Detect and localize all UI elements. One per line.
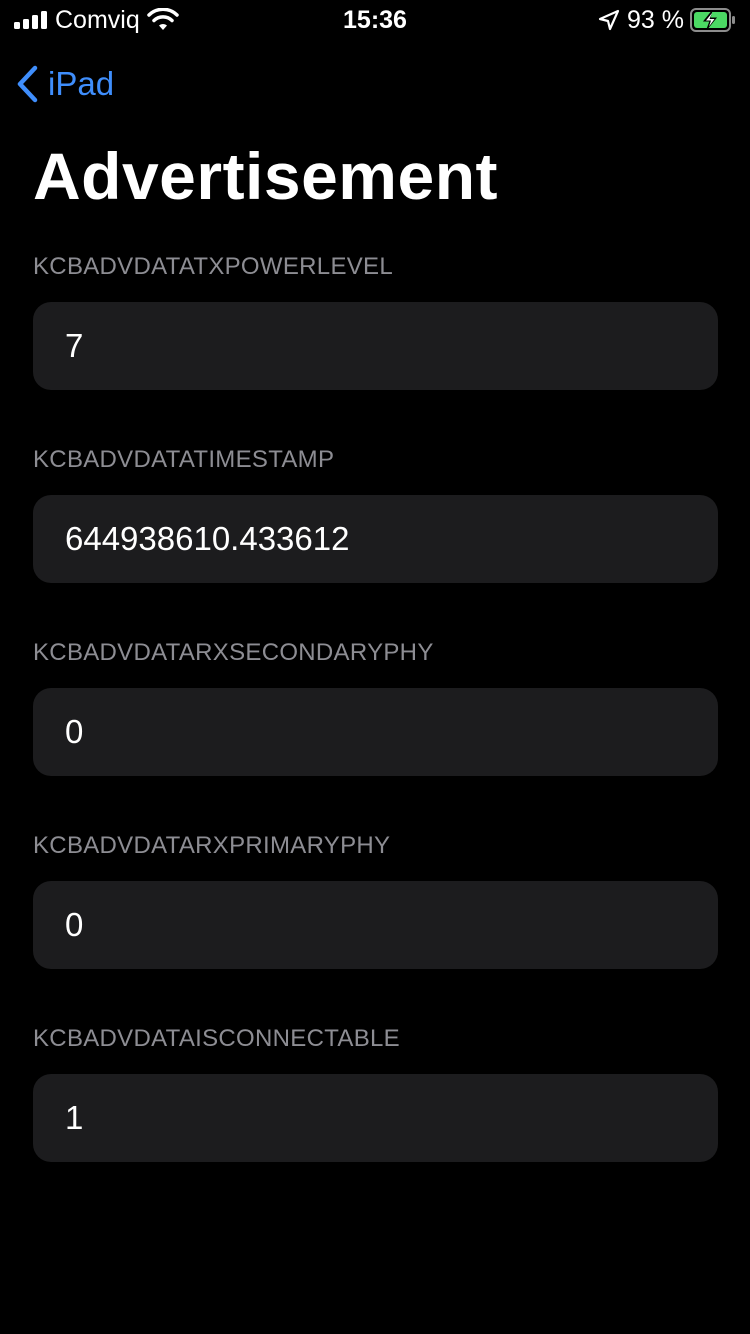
battery-charging-icon [690,8,735,32]
back-button[interactable]: iPad [14,62,114,106]
field-value[interactable]: 1 [33,1074,718,1162]
field-list: KCBADVDATATXPOWERLEVEL 7 KCBADVDATATIMES… [33,253,718,1218]
field-is-connectable: KCBADVDATAISCONNECTABLE 1 [33,1025,718,1218]
field-label: KCBADVDATATXPOWERLEVEL [33,253,394,280]
field-label: KCBADVDATARXPRIMARYPHY [33,832,391,859]
field-label: KCBADVDATAISCONNECTABLE [33,1025,400,1052]
field-tx-power-level: KCBADVDATATXPOWERLEVEL 7 [33,253,718,446]
field-rx-primary-phy: KCBADVDATARXPRIMARYPHY 0 [33,832,718,1025]
field-value[interactable]: 0 [33,688,718,776]
field-rx-secondary-phy: KCBADVDATARXSECONDARYPHY 0 [33,639,718,832]
back-button-label: iPad [48,65,115,102]
field-value[interactable]: 0 [33,881,718,969]
field-value[interactable]: 644938610.433612 [33,495,718,583]
page-title: Advertisement [33,139,498,213]
field-value[interactable]: 7 [33,302,718,390]
battery-percent: 93 % [627,6,684,34]
status-bar: Comviq 15:36 93 % [0,0,750,40]
field-label: KCBADVDATARXSECONDARYPHY [33,639,434,666]
location-icon [598,9,620,31]
chevron-left-icon [17,65,38,103]
field-label: KCBADVDATATIMESTAMP [33,446,335,473]
field-timestamp: KCBADVDATATIMESTAMP 644938610.433612 [33,446,718,639]
